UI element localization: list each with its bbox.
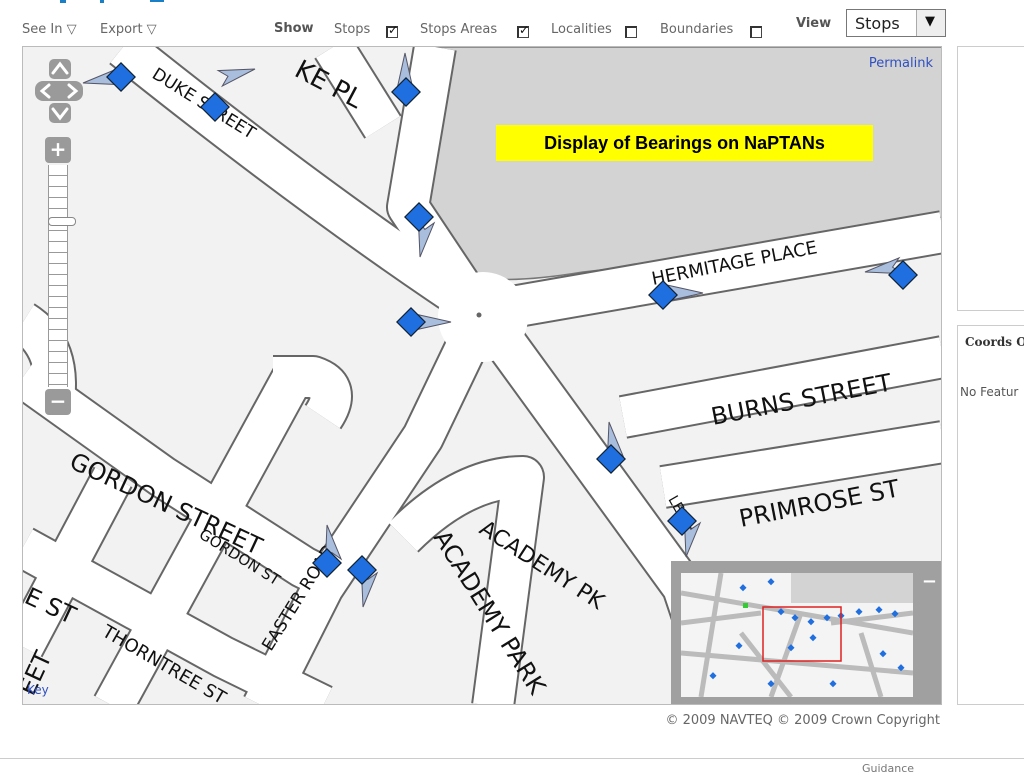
bus-stop-icon[interactable] xyxy=(863,257,918,290)
layer-stops-areas-checkbox[interactable] xyxy=(517,23,529,38)
view-label: View xyxy=(796,16,832,31)
layer-stops-checkbox[interactable] xyxy=(386,23,398,38)
export-menu[interactable]: Export ▽ xyxy=(100,22,157,37)
bus-stop-icon[interactable] xyxy=(648,280,704,310)
no-features-text: No Featur xyxy=(960,385,1019,399)
coords-panel: Coords O No Featur xyxy=(957,325,1024,705)
key-link[interactable]: Key xyxy=(27,683,49,697)
show-label: Show xyxy=(274,21,314,36)
dropdown-arrow-icon[interactable]: ▼ xyxy=(916,10,945,36)
bus-stop-icon[interactable] xyxy=(596,420,626,474)
bus-stop-icon[interactable] xyxy=(347,555,378,609)
layer-boundaries-label: Boundaries xyxy=(660,22,734,37)
overview-collapse-button[interactable]: − xyxy=(922,571,937,592)
bus-stop-icon[interactable] xyxy=(404,202,435,259)
layer-stops-areas-label: Stops Areas xyxy=(420,22,498,37)
zoom-slider-track[interactable] xyxy=(48,165,76,387)
info-panel-top xyxy=(957,46,1024,311)
layer-boundaries-checkbox[interactable] xyxy=(750,26,762,38)
map-viewport[interactable]: KE PL DUKE STREET HERMITAGE PLACE BURNS … xyxy=(22,46,942,705)
coords-panel-title: Coords O xyxy=(965,335,1024,349)
bus-stop-icon[interactable] xyxy=(200,60,258,122)
map-annotation-label: Display of Bearings on NaPTANs xyxy=(496,125,873,161)
overview-map[interactable]: − xyxy=(671,561,941,704)
zoom-in-button[interactable]: + xyxy=(45,137,71,163)
layer-localities-checkbox[interactable] xyxy=(625,26,637,38)
bus-stop-icon[interactable] xyxy=(81,62,136,92)
bus-stop-icon[interactable] xyxy=(391,52,421,107)
zoom-slider-handle[interactable] xyxy=(48,217,76,226)
bus-stop-icon[interactable] xyxy=(312,523,342,578)
footer-text[interactable]: Guidance xyxy=(862,762,914,775)
footer-divider xyxy=(0,758,1024,759)
overview-map-view[interactable] xyxy=(681,573,913,697)
zoom-out-button[interactable]: − xyxy=(45,389,71,415)
map-copyright: © 2009 NAVTEQ © 2009 Crown Copyright xyxy=(665,713,940,728)
layer-localities-label: Localities xyxy=(551,22,612,37)
zoom-control: + − xyxy=(45,137,76,417)
view-select-value: Stops xyxy=(855,14,900,33)
map-toolbar: See In ▽ Export ▽ Show Stops Stops Areas… xyxy=(0,0,1024,46)
view-select[interactable]: Stops ▼ xyxy=(846,9,946,37)
bus-stop-icon[interactable] xyxy=(396,307,452,337)
see-in-menu[interactable]: See In ▽ xyxy=(22,22,77,37)
bus-stop-icon[interactable] xyxy=(667,506,701,559)
permalink-link[interactable]: Permalink xyxy=(869,56,933,71)
layer-stops-label: Stops xyxy=(334,22,371,37)
pan-control xyxy=(35,59,83,125)
